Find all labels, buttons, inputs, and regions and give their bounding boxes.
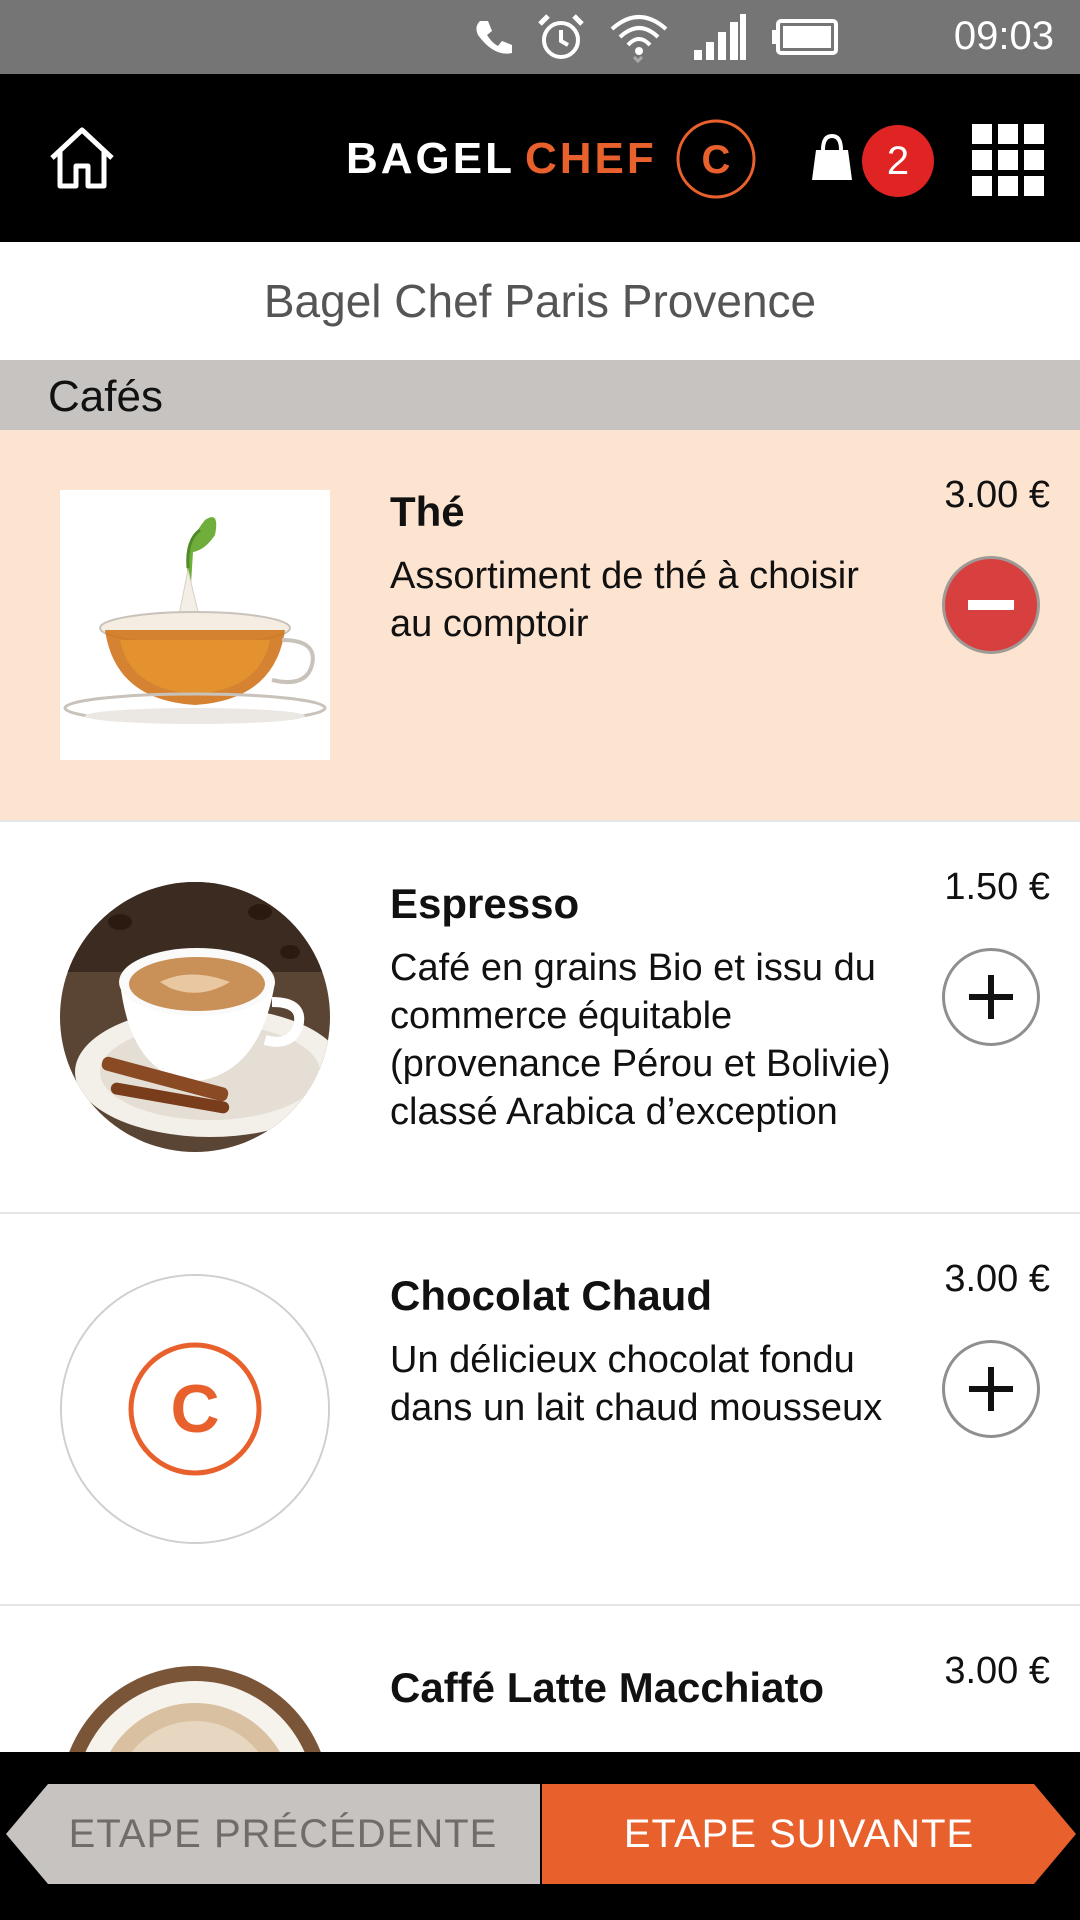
home-icon[interactable] bbox=[46, 122, 118, 194]
logo-text-bagel: BAGEL bbox=[346, 134, 515, 183]
product-price: 3.00 € bbox=[944, 1650, 1050, 1692]
product-price: 1.50 € bbox=[944, 866, 1050, 908]
svg-text:C: C bbox=[170, 1371, 219, 1447]
svg-text:C: C bbox=[701, 138, 730, 182]
add-item-button[interactable] bbox=[942, 1340, 1040, 1438]
add-item-button[interactable] bbox=[942, 948, 1040, 1046]
product-image bbox=[60, 1666, 330, 1752]
remove-item-button[interactable] bbox=[942, 556, 1040, 654]
product-price: 3.00 € bbox=[944, 1258, 1050, 1300]
signal-icon bbox=[694, 14, 746, 60]
espresso-cup-image bbox=[60, 882, 330, 1152]
previous-step-button[interactable]: ETAPE PRÉCÉDENTE bbox=[6, 1784, 540, 1884]
alarm-icon bbox=[538, 14, 584, 59]
product-item[interactable]: Thé Assortiment de thé à choisir au comp… bbox=[0, 430, 1080, 822]
status-icons bbox=[470, 10, 840, 64]
grid-menu-icon[interactable] bbox=[972, 124, 1044, 196]
battery-icon bbox=[772, 19, 838, 55]
logo-mark-icon: C bbox=[676, 119, 756, 199]
cart-count-badge[interactable]: 2 bbox=[862, 125, 934, 197]
product-description: Assortiment de thé à choisir au comptoir bbox=[390, 555, 859, 645]
bottom-navigation: ETAPE PRÉCÉDENTE ETAPE SUIVANTE bbox=[0, 1752, 1080, 1920]
wifi-icon bbox=[610, 15, 668, 64]
product-name: Chocolat Chaud bbox=[390, 1272, 712, 1319]
product-image: C bbox=[60, 1274, 330, 1544]
logo-text-chef: CHEF bbox=[525, 134, 657, 183]
product-item[interactable]: C Chocolat Chaud Un délicieux chocolat f… bbox=[0, 1214, 1080, 1606]
bagelchef-logo-placeholder: C bbox=[62, 1276, 328, 1542]
next-step-label: ETAPE SUIVANTE bbox=[623, 1811, 975, 1856]
product-name: Espresso bbox=[390, 880, 580, 927]
phone-icon bbox=[476, 21, 512, 54]
product-image bbox=[60, 490, 330, 760]
product-list[interactable]: Thé Assortiment de thé à choisir au comp… bbox=[0, 430, 1080, 1752]
category-header: Cafés bbox=[0, 360, 1080, 430]
product-description: Café en grains Bio et issu du commerce é… bbox=[390, 947, 891, 1133]
tea-cup-image bbox=[60, 490, 330, 760]
status-time: 09:03 bbox=[953, 14, 1054, 58]
product-image bbox=[60, 882, 330, 1152]
product-item[interactable]: Caffé Latte Macchiato 3.00 € bbox=[0, 1606, 1080, 1752]
plus-icon bbox=[969, 975, 1013, 1019]
status-bar: 09:03 bbox=[0, 0, 1080, 74]
product-name: Caffé Latte Macchiato bbox=[390, 1664, 825, 1711]
product-item[interactable]: Espresso Café en grains Bio et issu du c… bbox=[0, 822, 1080, 1214]
previous-step-label: ETAPE PRÉCÉDENTE bbox=[68, 1811, 498, 1856]
next-step-button[interactable]: ETAPE SUIVANTE bbox=[542, 1784, 1076, 1884]
app-header: BAGEL CHEF C 2 bbox=[0, 74, 1080, 242]
category-label: Cafés bbox=[48, 372, 163, 421]
store-name: Bagel Chef Paris Provence bbox=[263, 275, 817, 327]
latte-cup-image bbox=[60, 1666, 330, 1752]
minus-icon bbox=[968, 600, 1014, 610]
product-description: Un délicieux chocolat fondu dans un lait… bbox=[390, 1339, 883, 1429]
plus-icon bbox=[969, 1367, 1013, 1411]
store-bar: Bagel Chef Paris Provence bbox=[0, 242, 1080, 360]
product-name: Thé bbox=[390, 488, 465, 535]
shopping-bag-icon[interactable] bbox=[810, 132, 854, 182]
brand-logo: BAGEL CHEF C bbox=[346, 114, 759, 204]
product-price: 3.00 € bbox=[944, 474, 1050, 516]
